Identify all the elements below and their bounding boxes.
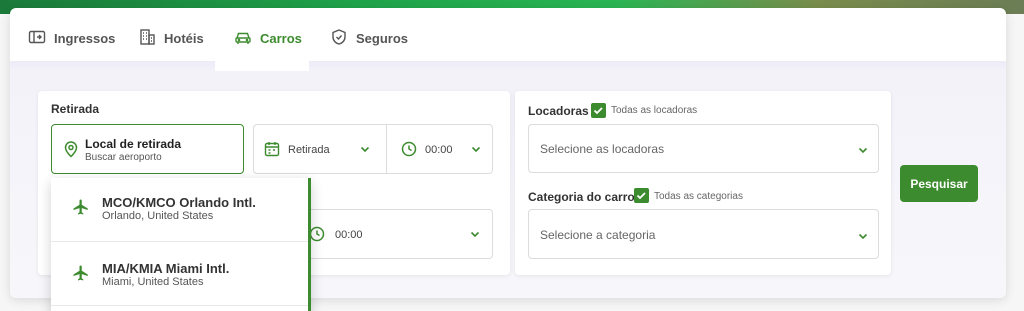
chevron-down-icon — [857, 143, 869, 161]
ticket-icon — [28, 28, 46, 49]
chevron-down-icon — [359, 142, 371, 160]
clock-icon — [309, 226, 325, 247]
all-categories-label: Todas as categorias — [654, 191, 743, 202]
pickup-date-label: Retirada — [288, 144, 330, 156]
pickup-time-value: 00:00 — [425, 144, 453, 156]
suggestion-item[interactable]: MCO/KMCO Orlando Intl. Orlando, United S… — [51, 178, 308, 242]
rental-companies-placeholder: Selecione as locadoras — [540, 142, 665, 156]
rental-companies-label: Locadoras — [528, 104, 589, 118]
active-tab-connector — [215, 61, 309, 71]
tab-label: Ingressos — [54, 30, 116, 46]
tab-hoteis[interactable]: Hotéis — [138, 26, 204, 50]
suggestion-title: MCO/KMCO Orlando Intl. — [102, 195, 256, 210]
tab-ingressos[interactable]: Ingressos — [28, 26, 115, 50]
car-category-select[interactable]: Selecione a categoria — [528, 209, 879, 259]
chevron-down-icon — [469, 227, 481, 245]
all-companies-label: Todas as locadoras — [611, 105, 698, 116]
airplane-icon — [72, 264, 90, 282]
pickup-location-label: Local de retirada — [85, 137, 182, 151]
pickup-time-field[interactable]: 00:00 — [388, 125, 493, 173]
suggestion-item[interactable]: MIA/KMIA Miami Intl. Miami, United State… — [51, 242, 308, 306]
shield-icon — [330, 28, 348, 49]
tab-bar: Ingressos Hotéis Carros Seguros — [10, 8, 1006, 70]
pickup-location-field[interactable]: Local de retirada Buscar aeroporto — [51, 124, 244, 174]
car-icon — [234, 28, 252, 49]
check-icon — [593, 107, 603, 115]
tab-label: Seguros — [356, 30, 409, 46]
rental-companies-select[interactable]: Selecione as locadoras — [528, 124, 879, 173]
calendar-icon — [264, 141, 280, 162]
car-category-placeholder: Selecione a categoria — [540, 228, 656, 242]
pickup-location-placeholder: Buscar aeroporto — [85, 152, 162, 163]
clock-icon — [401, 141, 417, 162]
tab-seguros[interactable]: Seguros — [330, 26, 408, 50]
suggestion-subtitle: Miami, United States — [102, 276, 204, 288]
car-category-label: Categoria do carro — [528, 190, 635, 204]
chevron-down-icon — [857, 229, 869, 247]
tab-carros[interactable]: Carros — [234, 26, 302, 50]
tab-label: Carros — [260, 30, 302, 46]
pickup-datetime-field: Retirada 00:00 — [253, 124, 493, 174]
pickup-date-field[interactable]: Retirada — [254, 125, 387, 173]
chevron-down-icon — [470, 142, 482, 160]
search-button[interactable]: Pesquisar — [900, 165, 978, 202]
building-icon — [138, 28, 156, 49]
dropoff-time-value: 00:00 — [335, 229, 363, 241]
tab-label: Hotéis — [164, 30, 204, 46]
airplane-icon — [72, 198, 90, 216]
pickup-section-label: Retirada — [51, 102, 100, 116]
airport-suggestions-dropdown: MCO/KMCO Orlando Intl. Orlando, United S… — [51, 178, 311, 311]
check-icon — [636, 192, 646, 200]
suggestion-subtitle: Orlando, United States — [102, 210, 214, 222]
all-categories-checkbox[interactable] — [634, 188, 649, 203]
suggestion-title: MIA/KMIA Miami Intl. — [102, 261, 230, 276]
map-pin-icon — [63, 140, 79, 163]
all-companies-checkbox[interactable] — [591, 103, 606, 118]
